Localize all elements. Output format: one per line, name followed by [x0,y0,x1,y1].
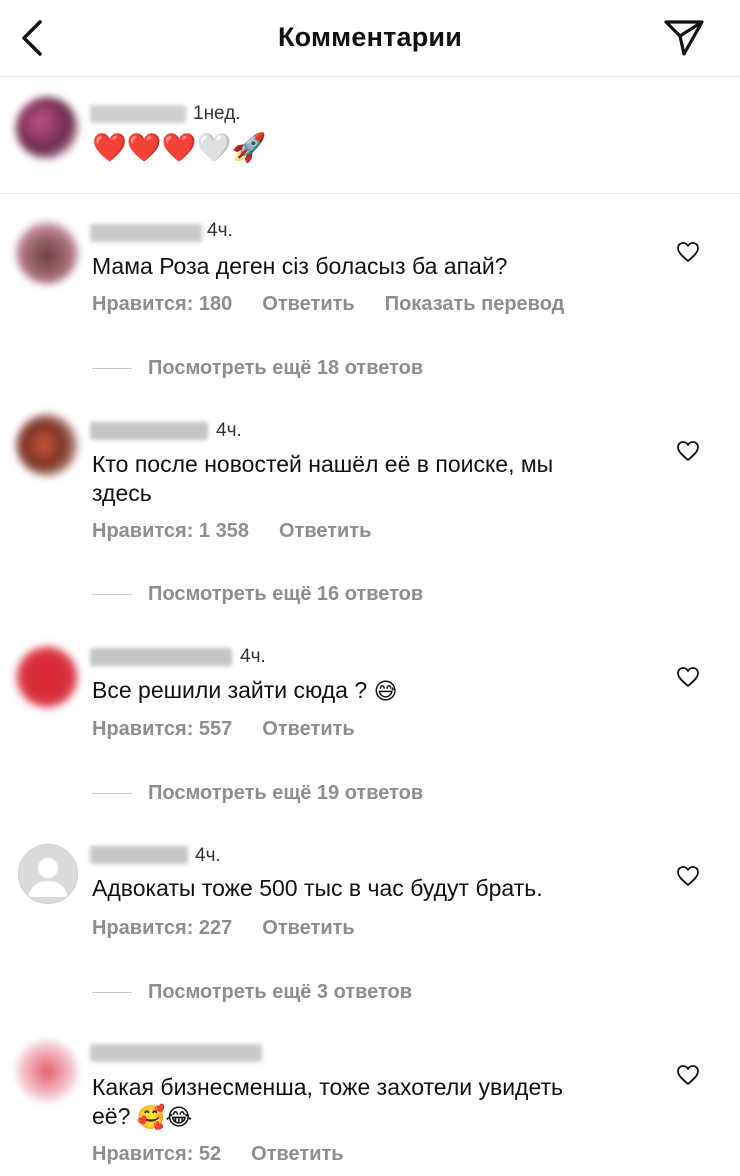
username[interactable] [90,648,232,666]
view-replies-button[interactable]: Посмотреть ещё 19 ответов [92,782,423,805]
divider-line [92,793,132,795]
caption-time: 1нед. [193,103,241,124]
like-heart-icon[interactable] [676,439,700,463]
username[interactable] [90,224,202,242]
comment-actions: Нравится: 180 Ответить Показать перевод [92,293,594,316]
like-heart-icon[interactable] [676,864,700,888]
avatar[interactable] [16,646,78,708]
like-heart-icon[interactable] [676,1063,700,1087]
user-silhouette-icon [28,858,68,897]
avatar[interactable] [16,222,78,284]
view-replies-button[interactable]: Посмотреть ещё 18 ответов [92,357,423,380]
comment-actions: Нравится: 52 Ответить [92,1143,374,1166]
comment-text: Все решили зайти сюда ? 😅 [92,677,398,705]
divider-line [92,368,132,370]
likes-count[interactable]: Нравится: 52 [92,1143,221,1165]
like-heart-icon[interactable] [676,665,700,689]
share-button[interactable] [662,16,706,60]
comment-text: Кто после новостей нашёл её в поиске, мы… [92,451,554,506]
caption-text: ❤️❤️❤️🤍🚀 [92,133,266,162]
comment-time: 4ч. [207,220,233,241]
comment-time: 4ч. [195,845,221,866]
sweat-smile-emoji: 😅 [373,678,398,705]
top-bar: Комментарии [0,0,740,77]
white-heart-emoji: 🤍 [196,132,232,163]
translate-button[interactable]: Показать перевод [385,293,565,315]
default-avatar[interactable] [18,844,78,904]
view-replies-button[interactable]: Посмотреть ещё 3 ответов [92,981,412,1004]
comment-actions: Нравится: 227 Ответить [92,917,385,940]
likes-count[interactable]: Нравится: 557 [92,718,232,740]
heart-emoji: ❤️ [92,132,127,163]
likes-count[interactable]: Нравится: 180 [92,293,232,315]
heart-emoji: ❤️ [126,132,162,163]
reply-button[interactable]: Ответить [262,917,354,939]
comment-actions: Нравится: 557 Ответить [92,718,385,741]
likes-count[interactable]: Нравится: 1 358 [92,520,249,542]
comment-actions: Нравится: 1 358 Ответить [92,520,401,543]
avatar[interactable] [16,1040,78,1102]
like-heart-icon[interactable] [676,240,700,264]
paper-plane-icon [664,20,704,56]
username[interactable] [90,1044,262,1062]
post-caption: 1нед. ❤️❤️❤️🤍🚀 [0,77,740,194]
username[interactable] [90,422,208,440]
comment-time: 4ч. [216,420,242,441]
likes-count[interactable]: Нравится: 227 [92,917,232,939]
avatar[interactable] [16,97,78,159]
reply-button[interactable]: Ответить [262,718,354,740]
divider-line [92,594,132,596]
username[interactable] [90,846,188,864]
divider-line [92,992,132,994]
heart-emoji: ❤️ [161,132,197,163]
comment-text: Адвокаты тоже 500 тыс в час будут брать. [92,875,543,901]
page-title: Комментарии [277,22,462,52]
reply-button[interactable]: Ответить [262,293,354,315]
rocket-emoji: 🚀 [231,132,267,163]
comment-time: 4ч. [240,646,266,667]
comment-text: Мама Роза деген сіз боласыз ба апай? [92,253,508,279]
view-replies-button[interactable]: Посмотреть ещё 16 ответов [92,583,423,606]
comment-text: Какая бизнесменша, тоже захотели увидеть… [92,1074,564,1131]
smiling-hearts-tears-of-joy-emoji: 🥰😂 [136,1104,193,1131]
avatar[interactable] [16,414,78,476]
reply-button[interactable]: Ответить [279,520,371,542]
username[interactable] [90,105,186,123]
reply-button[interactable]: Ответить [251,1143,343,1165]
